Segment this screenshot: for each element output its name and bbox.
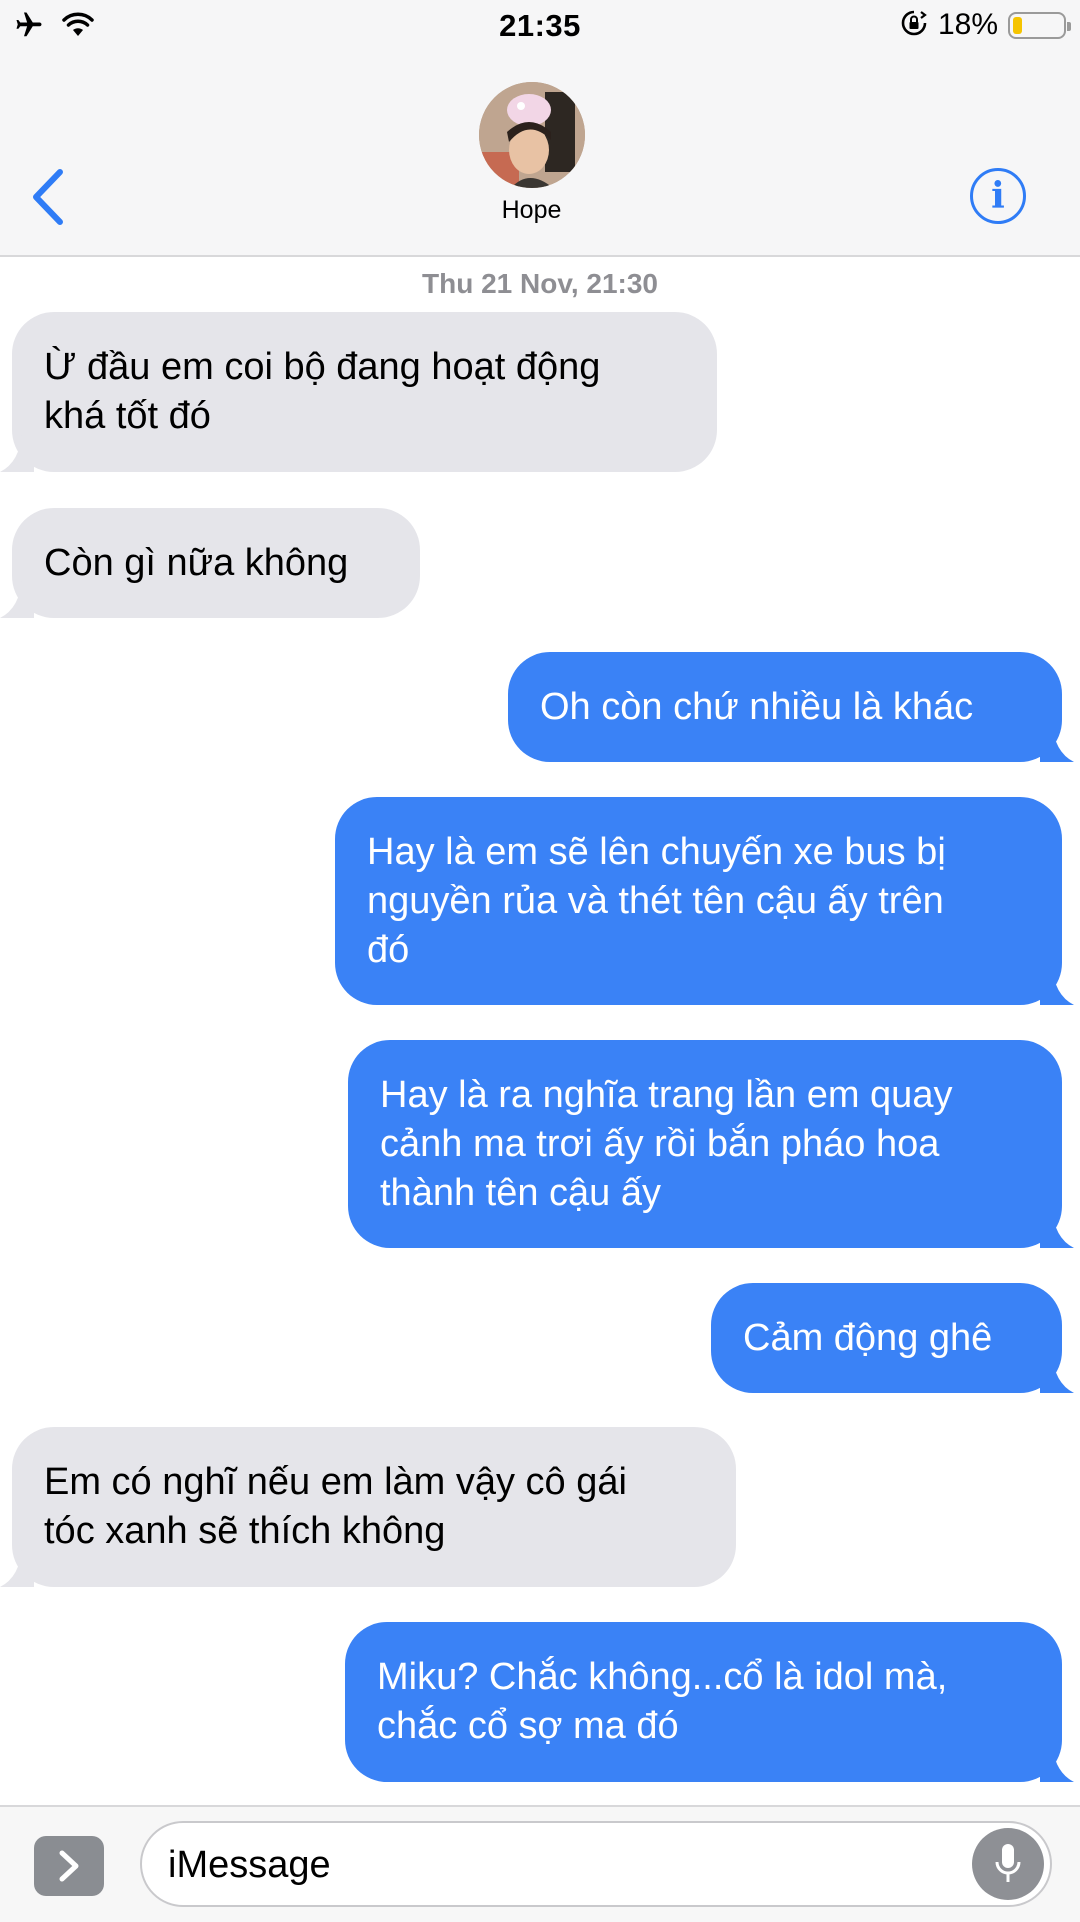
avatar-photo [479,82,585,188]
message-bubble-outgoing[interactable]: Oh còn chứ nhiều là khác [508,652,1074,762]
battery-icon [1008,11,1071,39]
bubble-tail [1040,722,1074,762]
contact-avatar[interactable] [479,82,585,188]
message-text: Cảm động ghê [743,1314,992,1363]
status-bar: 21:35 18% [0,0,1080,56]
message-bubble-incoming[interactable]: Em có nghĩ nếu em làm vậy cô gái tóc xan… [0,1427,736,1587]
bubble-tail [0,1547,34,1587]
message-line: khá tốt đó [44,395,211,437]
imessage-field[interactable] [140,1821,1052,1907]
message-bubble-outgoing[interactable]: Cảm động ghê [711,1283,1074,1393]
message-line: chắc cổ sợ ma đó [377,1705,679,1747]
rotation-lock-icon [900,9,928,42]
microphone-icon [995,1844,1021,1882]
message-bubble-incoming[interactable]: Còn gì nữa không [0,508,420,618]
bubble-tail [0,578,34,618]
bubble-tail [1040,1208,1074,1248]
message-line: Oh còn chứ nhiều là khác [540,685,974,728]
message-line: Hay là em sẽ lên chuyến xe bus bị [367,830,946,873]
message-line: đó [367,928,410,971]
conversation-timestamp: Thu 21 Nov, 21:30 [421,268,658,299]
message-text: Miku? Chắc không...cổ là idol mà, chắc c… [377,1653,947,1751]
dictation-button[interactable] [972,1828,1044,1900]
bubble-tail [0,432,34,472]
chevron-right-icon [59,1850,79,1882]
message-line: tóc xanh sẽ thích không [44,1510,446,1552]
message-line: Ừ đầu em coi bộ đang hoạt động [44,346,601,388]
battery-percentage: 18% [937,8,998,41]
message-line: Còn gì nữa không [44,541,349,584]
message-line: Em có nghĩ nếu em làm vậy cô gái [44,1461,627,1503]
message-input-bar [0,1805,1080,1922]
info-icon: i [991,175,1005,217]
contact-name[interactable]: Hope [0,196,1063,225]
message-line: Hay là ra nghĩa trang lần em quay [380,1073,953,1116]
status-right: 18% [900,8,1071,42]
message-text: Ừ đầu em coi bộ đang hoạt động khá tốt đ… [44,343,600,441]
bubble-tail [1040,965,1074,1005]
message-line: thành tên cậu ấy [380,1171,661,1214]
message-text: Hay là em sẽ lên chuyến xe bus bị nguyền… [367,828,946,975]
conversation-header: 21:35 18% Hope i [0,0,1080,257]
message-text: Hay là ra nghĩa trang lần em quay cảnh m… [380,1071,952,1218]
message-bubble-outgoing[interactable]: Hay là em sẽ lên chuyến xe bus bị nguyền… [335,797,1074,1005]
message-text: Em có nghĩ nếu em làm vậy cô gái tóc xan… [44,1458,627,1556]
message-text: Còn gì nữa không [44,539,348,588]
apps-expand-button[interactable] [34,1836,104,1896]
message-bubble-incoming[interactable]: Ừ đầu em coi bộ đang hoạt động khá tốt đ… [0,312,717,472]
bubble-tail [1040,1353,1074,1393]
info-button[interactable]: i [970,168,1026,224]
message-line: Miku? Chắc không...cổ là idol mà, [377,1656,948,1698]
message-line: Cảm động ghê [743,1316,993,1359]
battery-level-fill [1013,16,1022,34]
battery-nub [1067,21,1071,31]
message-line: nguyền rủa và thét tên cậu ấy trên [367,879,944,922]
message-input[interactable] [166,1823,970,1907]
message-bubble-outgoing[interactable]: Miku? Chắc không...cổ là idol mà, chắc c… [345,1622,1074,1782]
message-line: cảnh ma trơi ấy rồi bắn pháo hoa [380,1122,940,1165]
message-bubble-outgoing[interactable]: Hay là ra nghĩa trang lần em quay cảnh m… [348,1040,1074,1248]
message-text: Oh còn chứ nhiều là khác [540,683,973,732]
bubble-tail [1040,1742,1074,1782]
